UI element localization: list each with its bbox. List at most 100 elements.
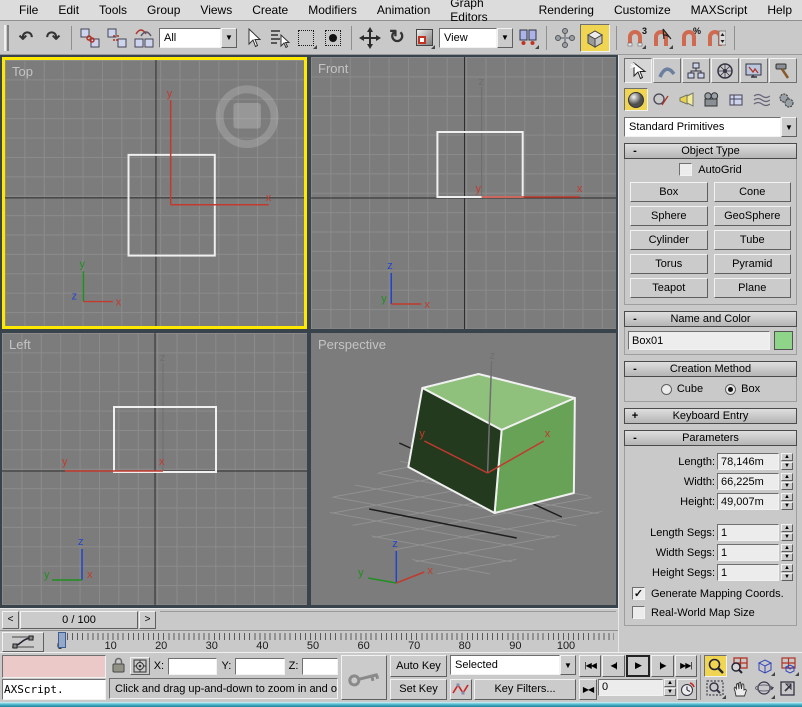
window-crossing-icon[interactable] — [321, 26, 345, 50]
time-slider-value[interactable]: 0 / 100 — [20, 611, 138, 629]
menu-item[interactable]: Create — [242, 1, 298, 19]
select-and-scale-icon[interactable] — [412, 26, 436, 50]
tab-create[interactable] — [624, 58, 652, 83]
time-slider-prev-button[interactable]: < — [2, 611, 19, 629]
segments-field[interactable]: 1 — [717, 524, 779, 541]
selection-lock-icon[interactable] — [111, 656, 126, 676]
link-icon[interactable] — [78, 26, 102, 50]
rollout-parameters-header[interactable]: - Parameters — [624, 430, 797, 446]
viewport-top-label[interactable]: Top — [12, 64, 33, 79]
parameter-checkbox[interactable]: ✓ — [632, 587, 645, 600]
reference-coord-dropdown[interactable]: View ▼ — [439, 28, 513, 48]
creation-method-cube-radio[interactable] — [661, 384, 672, 395]
next-frame-button[interactable]: |▶ — [651, 655, 673, 677]
dropdown-arrow-icon[interactable]: ▼ — [497, 28, 513, 48]
category-cameras[interactable] — [699, 88, 723, 111]
parameter-checkbox[interactable]: ✓ — [632, 606, 645, 619]
listener-input-pane[interactable]: AXScript. — [2, 679, 106, 700]
select-and-move-icon[interactable] — [358, 26, 382, 50]
use-pivot-point-center-icon[interactable] — [516, 26, 540, 50]
viewport-front[interactable]: Front z y x z x — [311, 57, 616, 329]
spinner-control[interactable]: ▲▼ — [781, 544, 793, 561]
percent-snap-icon[interactable]: % — [677, 26, 701, 50]
viewport-perspective-label[interactable]: Perspective — [318, 337, 386, 352]
spinner-snap-icon[interactable] — [704, 26, 728, 50]
object-type-button[interactable]: Cone — [714, 182, 792, 202]
isolate-key-icon[interactable] — [341, 655, 387, 700]
angle-snap-icon[interactable] — [650, 26, 674, 50]
menu-item[interactable]: Modifiers — [298, 1, 367, 19]
snaps-toggle-icon[interactable] — [580, 24, 610, 52]
viewport-left[interactable]: Left z y x z y — [2, 333, 307, 605]
time-slider-next-button[interactable]: > — [139, 611, 156, 629]
listener-macro-pane[interactable] — [2, 655, 106, 678]
parameter-field[interactable]: 66,225m — [717, 473, 779, 490]
category-geometry[interactable] — [624, 88, 648, 111]
key-selection-dropdown[interactable]: Selected ▼ — [450, 655, 576, 675]
spinner-control[interactable]: ▲▼ — [781, 493, 793, 510]
primitive-category-dropdown[interactable]: Standard Primitives ▼ — [624, 117, 797, 137]
tab-modify[interactable] — [653, 58, 681, 83]
bind-to-spacewarp-icon[interactable] — [132, 26, 156, 50]
category-helpers[interactable] — [724, 88, 748, 111]
maximize-viewport-toggle-icon[interactable] — [777, 678, 800, 700]
category-lights[interactable] — [674, 88, 698, 111]
object-type-button[interactable]: Cylinder — [630, 230, 708, 250]
redo-icon[interactable]: ↷ — [41, 26, 65, 50]
play-button[interactable]: ▶ — [626, 655, 650, 677]
object-color-swatch[interactable] — [774, 331, 793, 350]
rollout-object-type-header[interactable]: - Object Type — [624, 143, 797, 159]
undo-icon[interactable]: ↶ — [14, 26, 38, 50]
object-type-button[interactable]: Tube — [714, 230, 792, 250]
previous-frame-button[interactable]: ◀| — [602, 655, 624, 677]
track-bar-frame-marker[interactable] — [58, 632, 66, 648]
auto-key-button[interactable]: Auto Key — [390, 655, 447, 677]
parameter-field[interactable]: 49,007m — [717, 493, 779, 510]
rect-selection-region-icon[interactable] — [294, 26, 318, 50]
menu-item[interactable]: Tools — [89, 1, 137, 19]
object-name-input[interactable]: Box01 — [628, 331, 770, 350]
select-and-rotate-icon[interactable]: ↻ — [385, 26, 409, 50]
creation-method-box-radio[interactable] — [725, 384, 736, 395]
current-frame-field[interactable]: 0 — [598, 679, 663, 696]
menu-item[interactable]: Rendering — [529, 1, 604, 19]
dropdown-arrow-icon[interactable]: ▼ — [221, 28, 237, 48]
arc-rotate-icon[interactable] — [753, 678, 776, 700]
object-type-button[interactable]: GeoSphere — [714, 206, 792, 226]
menu-item[interactable]: Views — [190, 1, 242, 19]
object-type-button[interactable]: Box — [630, 182, 708, 202]
category-shapes[interactable] — [649, 88, 673, 111]
frame-spinner[interactable]: ▲▼ — [664, 679, 676, 696]
select-object-icon[interactable] — [240, 26, 264, 50]
pan-hand-icon[interactable] — [728, 678, 751, 700]
object-type-button[interactable]: Plane — [714, 278, 792, 298]
menu-item[interactable]: Animation — [367, 1, 440, 19]
segments-field[interactable]: 1 — [717, 544, 779, 561]
dropdown-arrow-icon[interactable]: ▼ — [781, 117, 797, 137]
menu-item[interactable]: Customize — [604, 1, 681, 19]
zoom-tool-icon[interactable] — [704, 655, 727, 677]
go-to-start-button[interactable]: |◀◀ — [579, 655, 601, 677]
zoom-all-icon[interactable] — [728, 655, 751, 677]
unlink-icon[interactable] — [105, 26, 129, 50]
select-and-manipulate-icon[interactable] — [553, 26, 577, 50]
rollout-name-color-header[interactable]: - Name and Color — [624, 311, 797, 327]
rollout-keyboard-entry-header[interactable]: + Keyboard Entry — [624, 408, 797, 424]
spinner-control[interactable]: ▲▼ — [781, 524, 793, 541]
zoom-extents-all-icon[interactable] — [777, 655, 800, 677]
category-spacewarps[interactable] — [749, 88, 773, 111]
toolbar-drag-handle[interactable] — [4, 25, 9, 51]
category-systems[interactable] — [774, 88, 798, 111]
tab-display[interactable] — [740, 58, 768, 83]
mini-curve-editor-button[interactable] — [2, 632, 44, 652]
autogrid-checkbox[interactable]: ✓ — [679, 163, 692, 176]
key-filters-button[interactable]: Key Filters... — [474, 679, 576, 701]
dropdown-arrow-icon[interactable]: ▼ — [560, 655, 576, 675]
object-type-button[interactable]: Pyramid — [714, 254, 792, 274]
viewport-left-label[interactable]: Left — [9, 337, 31, 352]
coord-z-input[interactable] — [302, 658, 338, 675]
object-type-button[interactable]: Sphere — [630, 206, 708, 226]
spinner-control[interactable]: ▲▼ — [781, 473, 793, 490]
menu-item[interactable]: File — [9, 1, 48, 19]
select-by-name-icon[interactable] — [267, 26, 291, 50]
